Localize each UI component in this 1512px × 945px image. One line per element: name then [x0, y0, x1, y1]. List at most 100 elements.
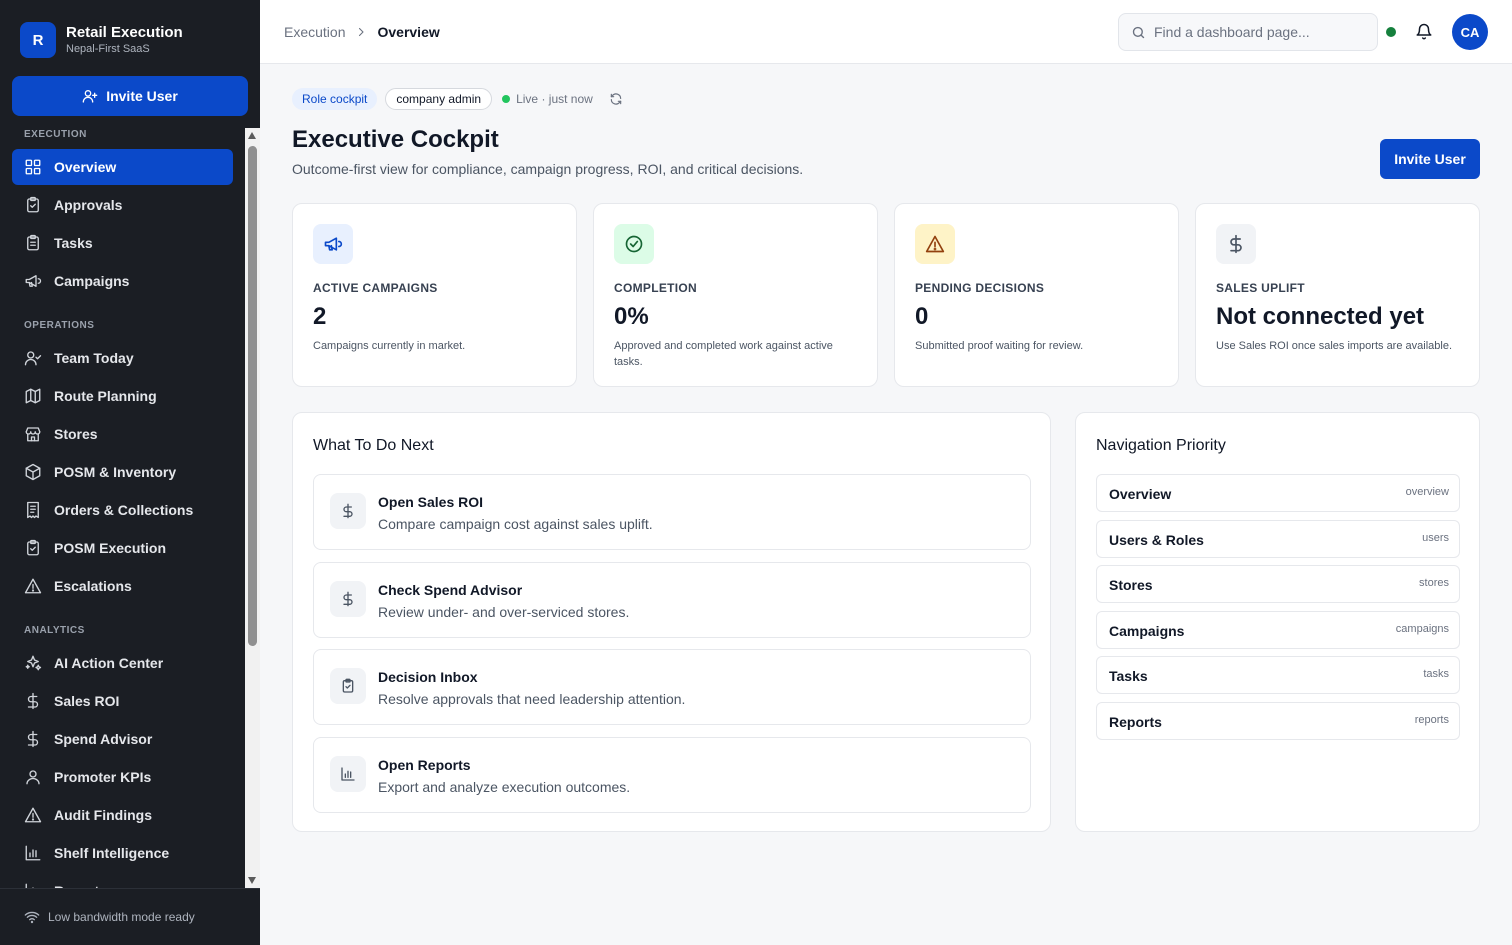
search-box[interactable]	[1118, 13, 1378, 51]
bandwidth-status: Low bandwidth mode ready	[48, 910, 195, 924]
sidebar-item-shelf-intelligence[interactable]: Shelf Intelligence	[12, 835, 233, 871]
sidebar-item-orders-collections[interactable]: Orders & Collections	[12, 492, 233, 528]
sidebar-item-route-planning[interactable]: Route Planning	[12, 378, 233, 414]
sidebar-item-sales-roi[interactable]: Sales ROI	[12, 683, 233, 719]
todo-title: Open Reports	[378, 756, 471, 773]
notifications-button[interactable]	[1415, 23, 1433, 46]
priority-item-reports[interactable]: Reports reports	[1096, 702, 1460, 740]
receipt-icon	[27, 501, 39, 519]
todo-title: Check Spend Advisor	[378, 581, 523, 598]
page-title: Executive Cockpit	[292, 126, 499, 153]
sidebar-item-label: Overview	[54, 159, 117, 175]
kpi-description: Approved and completed work against acti…	[614, 340, 833, 368]
alert-triangle-icon	[24, 578, 42, 594]
scroll-up-arrow-icon[interactable]	[248, 132, 256, 139]
todo-icon-wrap	[330, 580, 366, 617]
sidebar-item-promoter-kpis[interactable]: Promoter KPIs	[12, 759, 233, 795]
refresh-icon[interactable]	[609, 92, 623, 106]
scroll-thumb[interactable]	[248, 146, 257, 646]
user-plus-icon	[82, 90, 98, 103]
sidebar-item-tasks[interactable]: Tasks	[12, 225, 233, 261]
clipboard-check-icon	[27, 196, 39, 213]
search-input[interactable]	[1154, 24, 1364, 40]
brand: R Retail Execution Nepal-First SaaS	[20, 22, 183, 58]
user-check-icon	[24, 351, 42, 366]
grid-icon	[25, 159, 41, 175]
kpi-value: 0%	[614, 303, 649, 330]
todo-item-open-sales-roi[interactable]: Open Sales ROI Compare campaign cost agai…	[313, 474, 1031, 550]
bar-chart-icon	[341, 766, 355, 781]
brand-logo: R	[20, 22, 56, 58]
sidebar-item-overview[interactable]: Overview	[12, 149, 233, 185]
dollar-icon	[343, 503, 353, 519]
sidebar-item-reports[interactable]: Reports	[12, 873, 233, 888]
sidebar-item-label: Tasks	[54, 235, 93, 251]
todo-item-decision-inbox[interactable]: Decision Inbox Resolve approvals that nee…	[313, 649, 1031, 725]
priority-item-campaigns[interactable]: Campaigns campaigns	[1096, 610, 1460, 649]
sidebar-item-label: Orders & Collections	[54, 502, 194, 518]
priority-key: campaigns	[1395, 622, 1449, 635]
sidebar-item-label: Approvals	[54, 197, 123, 213]
dollar-icon	[343, 591, 353, 606]
sidebar-invite-user-button[interactable]: Invite User	[12, 76, 248, 116]
sidebar-item-label: Campaigns	[54, 273, 130, 289]
nav-section-operations: OPERATIONS	[24, 320, 95, 331]
bell-icon	[1416, 23, 1432, 40]
role-chip: Role cockpit	[292, 88, 378, 110]
sidebar-item-ai-action-center[interactable]: AI Action Center	[12, 645, 233, 681]
sidebar-item-stores[interactable]: Stores	[12, 416, 233, 452]
priority-item-stores[interactable]: Stores stores	[1096, 565, 1460, 604]
sparkles-icon	[25, 655, 42, 671]
invite-user-button[interactable]: Invite User	[1380, 139, 1480, 179]
kpi-label: PENDING DECISIONS	[915, 281, 1045, 295]
scroll-down-arrow-icon[interactable]	[248, 877, 256, 884]
clipboard-check-icon	[27, 539, 39, 556]
alert-triangle-icon	[925, 235, 945, 253]
sidebar-item-spend-advisor[interactable]: Spend Advisor	[12, 721, 233, 757]
priority-item-tasks[interactable]: Tasks tasks	[1096, 656, 1460, 695]
kpi-icon-wrap	[1216, 224, 1256, 264]
user-avatar[interactable]: CA	[1452, 14, 1488, 50]
todo-description: Compare campaign cost against sales upli…	[378, 516, 653, 532]
live-status: Live · just now	[502, 92, 593, 106]
brand-title: Retail Execution	[66, 24, 183, 41]
sidebar-item-posm-inventory[interactable]: POSM & Inventory	[12, 454, 233, 490]
clipboard-check-icon	[342, 678, 354, 693]
priority-item-users[interactable]: Users & Roles users	[1096, 519, 1460, 558]
todo-icon-wrap	[330, 755, 366, 792]
sidebar-item-label: Escalations	[54, 578, 132, 594]
kpi-value: 0	[915, 303, 929, 330]
sidebar-item-escalations[interactable]: Escalations	[12, 568, 233, 604]
kpi-icon-wrap	[915, 224, 955, 264]
sidebar-item-label: Audit Findings	[54, 807, 152, 823]
connection-status-dot	[1386, 27, 1396, 37]
sidebar-item-label: Route Planning	[54, 388, 157, 404]
sidebar-scrollbar[interactable]	[245, 128, 260, 888]
priority-key: reports	[1414, 714, 1449, 726]
todo-title: Open Sales ROI	[378, 494, 484, 510]
live-text: Live · just now	[516, 92, 593, 106]
package-icon	[25, 463, 41, 481]
todo-item-open-reports[interactable]: Open Reports Export and analyze execution…	[313, 736, 1031, 813]
sidebar-item-posm-execution[interactable]: POSM Execution	[12, 530, 233, 566]
sidebar-item-campaigns[interactable]: Campaigns	[12, 263, 233, 299]
sidebar-item-approvals[interactable]: Approvals	[12, 187, 233, 223]
breadcrumb-root[interactable]: Execution	[284, 24, 345, 40]
check-circle-icon	[625, 235, 643, 253]
what-to-do-next-panel: What To Do Next Open Sales ROI Compare ca…	[292, 412, 1051, 832]
user-icon	[26, 770, 40, 785]
sidebar-item-label: Spend Advisor	[54, 731, 153, 747]
todo-item-check-spend-advisor[interactable]: Check Spend Advisor Review under- and ove…	[313, 561, 1031, 638]
clipboard-list-icon	[27, 234, 39, 251]
kpi-card-active-campaigns: ACTIVE CAMPAIGNS 2 Campaigns currently in …	[292, 203, 577, 387]
wifi-icon	[24, 911, 40, 924]
navigation-priority-panel: Navigation Priority Overview overview User…	[1075, 412, 1480, 832]
dollar-icon	[1230, 234, 1242, 254]
priority-item-overview[interactable]: Overview overview	[1096, 474, 1460, 512]
sidebar-item-label: Sales ROI	[54, 693, 120, 709]
sidebar-item-team-today[interactable]: Team Today	[12, 340, 233, 376]
kpi-card-completion: COMPLETION 0% Approved and completed work …	[593, 203, 878, 387]
todo-description: Review under- and over-serviced stores.	[378, 603, 630, 620]
sidebar-item-audit-findings[interactable]: Audit Findings	[12, 797, 233, 833]
priority-label: Overview	[1109, 486, 1172, 502]
